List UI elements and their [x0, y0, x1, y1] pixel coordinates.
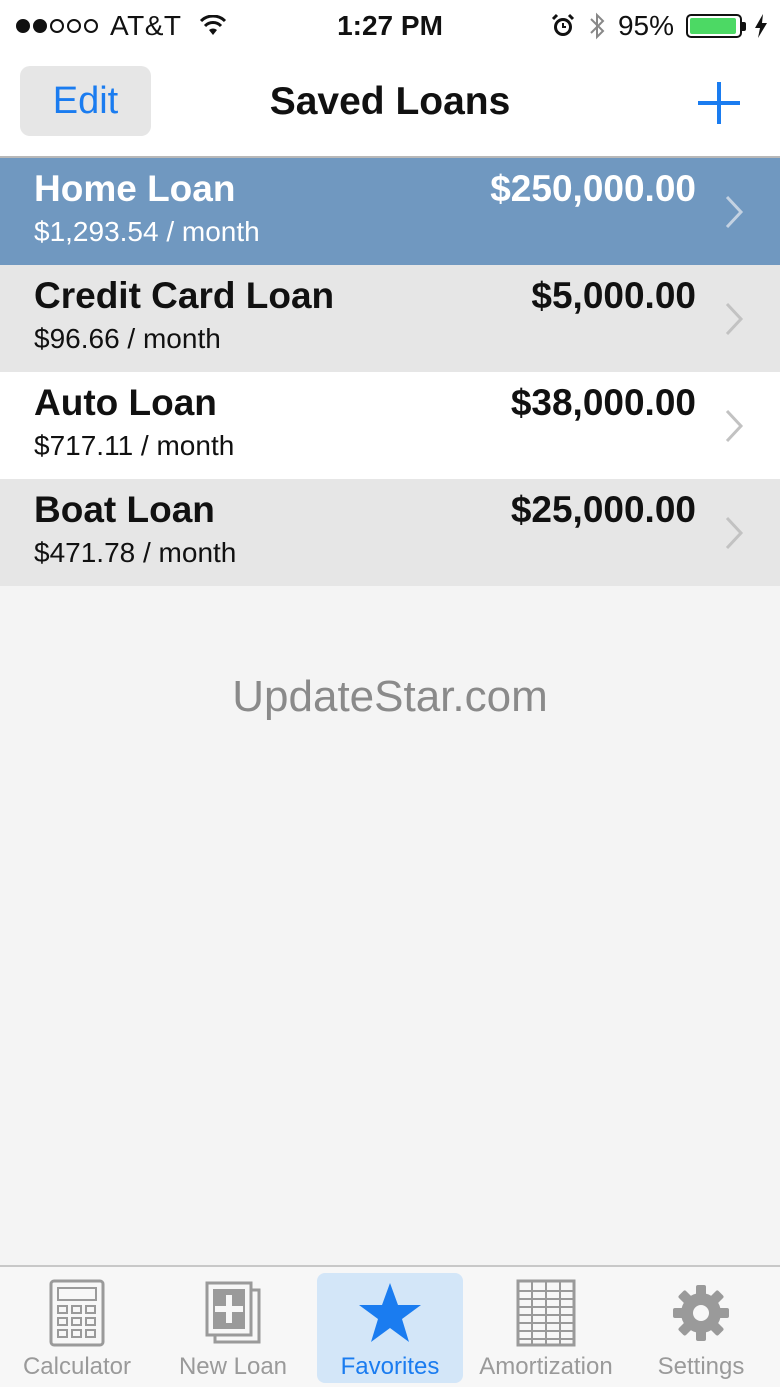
tab-new-loan[interactable]: New Loan [160, 1273, 306, 1383]
loan-monthly-payment: $471.78 / month [34, 537, 237, 568]
battery-percent: 95% [617, 10, 674, 41]
loan-amount: $250,000.00 [490, 168, 696, 209]
loan-name: Credit Card Loan [34, 275, 335, 316]
loan-amount: $25,000.00 [510, 489, 696, 530]
loan-row-boat[interactable]: Boat Loan $471.78 / month $25,000.00 [0, 479, 780, 586]
bluetooth-icon [590, 12, 605, 40]
tab-label: Amortization [479, 1353, 613, 1380]
chevron-right-icon [725, 195, 744, 229]
loan-monthly-payment: $96.66 / month [34, 323, 221, 354]
charging-bolt-icon [755, 14, 767, 38]
star-icon [354, 1277, 426, 1349]
tab-calculator[interactable]: Calculator [4, 1273, 150, 1383]
status-bar: AT&T 1:27 PM 95% [0, 0, 780, 54]
tab-label: New Loan [178, 1353, 288, 1380]
loan-name: Auto Loan [34, 382, 217, 423]
chevron-right-icon [725, 516, 744, 550]
watermark-text: UpdateStar.com [232, 672, 548, 721]
loan-monthly-payment: $717.11 / month [34, 430, 235, 461]
loan-name: Home Loan [34, 168, 236, 209]
loan-row-home[interactable]: Home Loan $1,293.54 / month $250,000.00 [0, 158, 780, 265]
tab-label: Calculator [22, 1353, 132, 1380]
new-loan-icon [197, 1277, 269, 1349]
saved-loans-list: Home Loan $1,293.54 / month $250,000.00 … [0, 158, 780, 586]
navigation-bar: Edit Saved Loans [0, 54, 780, 158]
status-right: 95% [550, 10, 768, 42]
plus-icon[interactable] [696, 80, 742, 126]
loan-monthly-payment: $1,293.54 / month [34, 216, 260, 247]
tab-settings[interactable]: Settings [628, 1273, 774, 1383]
alarm-icon [551, 13, 575, 36]
chevron-right-icon [725, 302, 744, 336]
table-grid-icon [510, 1277, 582, 1349]
loan-row-credit-card[interactable]: Credit Card Loan $96.66 / month $5,000.0… [0, 265, 780, 372]
tab-label: Favorites [340, 1353, 440, 1380]
battery-fill [690, 18, 736, 34]
loan-amount: $38,000.00 [510, 382, 696, 423]
battery-icon [686, 14, 746, 38]
page-title: Saved Loans [269, 80, 511, 123]
loan-row-auto[interactable]: Auto Loan $717.11 / month $38,000.00 [0, 372, 780, 479]
tab-favorites[interactable]: Favorites [317, 1273, 463, 1383]
calculator-icon [41, 1277, 113, 1349]
loan-amount: $5,000.00 [531, 275, 696, 316]
tab-bar: Calculator New Loan Favorites Amortizati… [0, 1265, 780, 1387]
gear-icon [665, 1277, 737, 1349]
tab-amortization[interactable]: Amortization [473, 1273, 619, 1383]
tab-label: Settings [657, 1353, 745, 1380]
chevron-right-icon [725, 409, 744, 443]
loan-name: Boat Loan [34, 489, 215, 530]
